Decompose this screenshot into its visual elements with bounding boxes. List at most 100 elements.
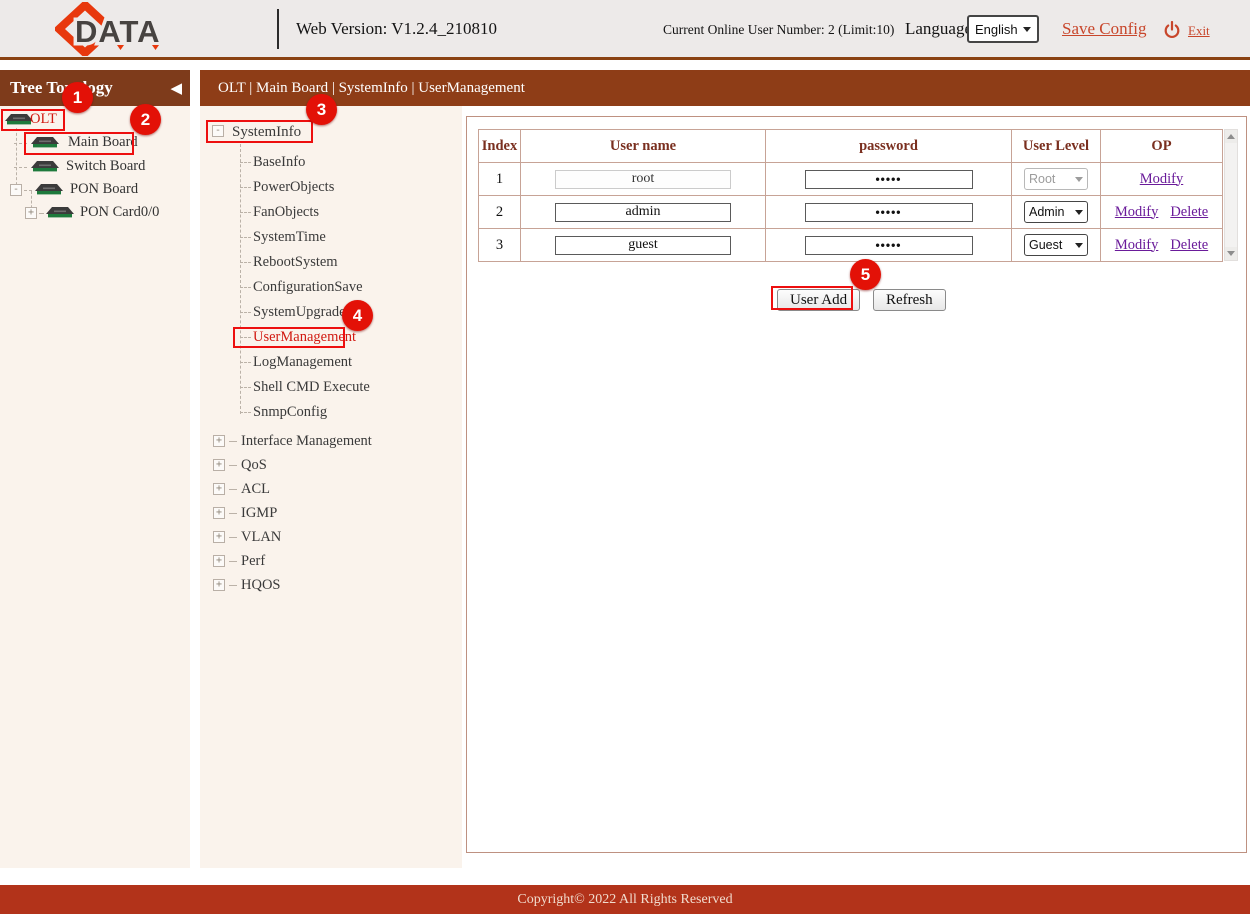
nav-section-label: IGMP <box>241 505 277 521</box>
scrollbar-down-icon[interactable] <box>1225 247 1237 260</box>
device-icon <box>30 136 60 149</box>
tree-connector-line <box>229 513 237 514</box>
footer-bar: Copyright© 2022 All Rights Reserved <box>0 885 1250 914</box>
nav-item-usermanagement[interactable]: UserManagement <box>240 328 356 348</box>
language-select[interactable]: English <box>967 15 1039 43</box>
nav-item-systemupgrade[interactable]: SystemUpgrade <box>240 303 346 323</box>
nav-section-interface-management[interactable]: +Interface Management <box>213 432 372 452</box>
expand-box-icon[interactable]: + <box>213 579 225 591</box>
column-header-index: Index <box>479 130 521 163</box>
password-input[interactable] <box>805 170 973 189</box>
table-row: 3 Guest Modify Delete <box>479 229 1223 262</box>
modify-link[interactable]: Modify <box>1115 204 1159 220</box>
chevron-down-icon <box>1075 210 1083 215</box>
table-header-row: IndexUser namepasswordUser LevelOP <box>479 130 1223 163</box>
nav-item-label: SnmpConfig <box>253 404 327 420</box>
username-input[interactable] <box>555 236 731 255</box>
nav-item-configurationsave[interactable]: ConfigurationSave <box>240 278 363 298</box>
svg-text:DATA: DATA <box>75 14 161 49</box>
copyright-text: Copyright© 2022 All Rights Reserved <box>517 892 732 907</box>
expand-box-icon[interactable]: + <box>213 459 225 471</box>
step-badge-5: 5 <box>850 259 881 290</box>
nav-item-snmpconfig[interactable]: SnmpConfig <box>240 403 327 423</box>
tree-connector-line <box>39 213 44 214</box>
nav-section-qos[interactable]: +QoS <box>213 456 267 476</box>
tree-item-pon-card0-0[interactable]: + PON Card0/0 <box>0 202 190 224</box>
refresh-button[interactable]: Refresh <box>873 289 946 311</box>
column-header-op: OP <box>1101 130 1223 163</box>
tree-item-label: Switch Board <box>66 158 145 175</box>
user-level-select[interactable]: Admin <box>1024 201 1088 223</box>
index-cell: 3 <box>479 229 521 262</box>
tree-item-switch-board[interactable]: Switch Board <box>0 156 190 178</box>
tree-connector-line <box>240 212 251 213</box>
index-cell: 1 <box>479 163 521 196</box>
nav-item-fanobjects[interactable]: FanObjects <box>240 203 319 223</box>
power-icon[interactable] <box>1163 21 1181 39</box>
nav-item-label: LogManagement <box>253 354 352 370</box>
modify-link[interactable]: Modify <box>1115 237 1159 253</box>
header-divider <box>277 9 279 49</box>
tree-connector-line <box>14 167 27 168</box>
nav-item-label: SystemTime <box>253 229 326 245</box>
nav-section-igmp[interactable]: + IGMP <box>213 504 277 524</box>
nav-section-acl[interactable]: + ACL <box>213 480 270 500</box>
tree-item-olt[interactable]: OLT <box>0 109 190 131</box>
nav-item-logmanagement[interactable]: LogManagement <box>240 353 352 373</box>
user-level-value: Root <box>1029 172 1055 186</box>
user-add-button[interactable]: User Add <box>777 289 860 311</box>
tree-item-label: PON Board <box>70 181 138 198</box>
password-input[interactable] <box>805 236 973 255</box>
collapse-box-icon[interactable]: - <box>212 125 224 137</box>
table-row: 1 Root Modify <box>479 163 1223 196</box>
delete-link[interactable]: Delete <box>1170 237 1208 253</box>
delete-link[interactable]: Delete <box>1170 204 1208 220</box>
tree-connector-line <box>229 561 237 562</box>
tree-item-pon-board[interactable]: - PON Board <box>0 179 190 201</box>
collapse-sidebar-icon[interactable]: ◀ <box>170 70 182 106</box>
nav-item-rebootsystem[interactable]: RebootSystem <box>240 253 338 273</box>
content-panel: IndexUser namepasswordUser LevelOP 1 Root… <box>466 116 1247 853</box>
expand-box-icon[interactable]: + <box>213 555 225 567</box>
nav-section-hqos[interactable]: + HQOS <box>213 576 280 596</box>
tree-item-label: Main Board <box>68 134 138 151</box>
expand-box-icon[interactable]: + <box>213 483 225 495</box>
language-label: Language <box>905 19 972 39</box>
expand-box-icon[interactable]: + <box>25 207 37 219</box>
user-level-select[interactable]: Guest <box>1024 234 1088 256</box>
user-level-value: Guest <box>1029 238 1062 252</box>
scrollbar-up-icon[interactable] <box>1225 130 1237 143</box>
user-level-select[interactable]: Root <box>1024 168 1088 190</box>
nav-item-shell-cmd-execute[interactable]: Shell CMD Execute <box>240 378 370 398</box>
exit-link[interactable]: Exit <box>1188 23 1210 39</box>
tree-topology-title: Tree Topology ◀ <box>0 70 190 106</box>
save-config-link[interactable]: Save Config <box>1062 19 1147 39</box>
modify-link[interactable]: Modify <box>1140 171 1184 187</box>
tree-connector-line <box>240 412 251 413</box>
nav-section-label: HQOS <box>241 577 280 593</box>
nav-item-label: BaseInfo <box>253 154 305 170</box>
tree-item-label: PON Card0/0 <box>80 204 159 221</box>
nav-section-label: ACL <box>241 481 270 497</box>
content-area: IndexUser namepasswordUser LevelOP 1 Root… <box>462 106 1250 868</box>
expand-box-icon[interactable]: + <box>213 507 225 519</box>
expand-box-icon[interactable]: + <box>213 435 225 447</box>
op-cell: Modify <box>1101 163 1223 196</box>
username-input[interactable] <box>555 170 731 189</box>
expand-box-icon[interactable]: + <box>213 531 225 543</box>
table-scrollbar[interactable] <box>1224 129 1238 261</box>
tree-item-main-board[interactable]: Main Board <box>0 132 190 154</box>
nav-item-label: ConfigurationSave <box>253 279 363 295</box>
nav-item-powerobjects[interactable]: PowerObjects <box>240 178 334 198</box>
nav-item-systeminfo[interactable]: - SystemInfo <box>200 122 462 144</box>
password-input[interactable] <box>805 203 973 222</box>
nav-item-systemtime[interactable]: SystemTime <box>240 228 326 248</box>
nav-section-vlan[interactable]: +VLAN <box>213 528 281 548</box>
username-input[interactable] <box>555 203 731 222</box>
nav-section-perf[interactable]: +Perf <box>213 552 265 572</box>
tree-connector-line <box>240 362 251 363</box>
nav-item-baseinfo[interactable]: BaseInfo <box>240 153 305 173</box>
collapse-box-icon[interactable]: - <box>10 184 22 196</box>
nav-item-label: Shell CMD Execute <box>253 379 370 395</box>
step-badge-4: 4 <box>342 300 373 331</box>
